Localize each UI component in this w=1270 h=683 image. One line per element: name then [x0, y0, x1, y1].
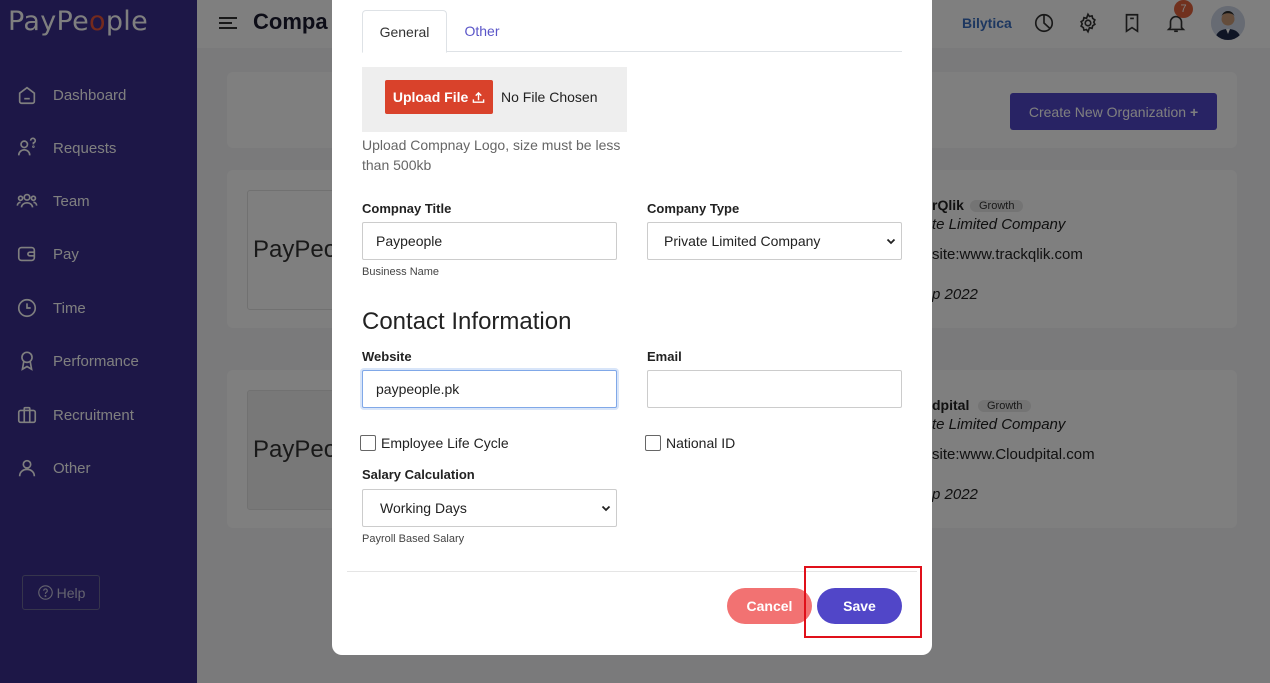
- checkbox-box[interactable]: [645, 435, 661, 451]
- upload-icon: [472, 91, 485, 103]
- salary-calculation-select[interactable]: Working Days: [362, 489, 617, 527]
- employee-life-cycle-checkbox[interactable]: Employee Life Cycle: [360, 435, 509, 451]
- file-upload-area: Upload File No File Chosen: [362, 67, 627, 132]
- national-id-checkbox[interactable]: National ID: [645, 435, 735, 451]
- tab-other[interactable]: Other: [447, 10, 517, 52]
- salary-calculation-hint: Payroll Based Salary: [362, 533, 465, 545]
- file-status: No File Chosen: [501, 89, 598, 105]
- tab-general[interactable]: General: [362, 10, 447, 53]
- checkbox-label: Employee Life Cycle: [381, 435, 509, 451]
- email-input[interactable]: [647, 370, 902, 408]
- cancel-button[interactable]: Cancel: [727, 588, 812, 624]
- company-title-hint: Business Name: [362, 266, 440, 278]
- salary-calculation-label: Salary Calculation: [362, 467, 475, 482]
- save-highlight-box: [804, 566, 922, 638]
- email-label: Email: [647, 349, 682, 364]
- upload-file-button[interactable]: Upload File: [385, 80, 493, 114]
- company-type-select[interactable]: Private Limited Company: [647, 222, 902, 260]
- company-title-input[interactable]: Paypeople: [362, 222, 617, 260]
- company-title-label: Compnay Title: [362, 201, 452, 216]
- upload-hint: Upload Compnay Logo, size must be less t…: [362, 137, 621, 173]
- section-title: Contact Information: [362, 308, 572, 335]
- website-label: Website: [362, 349, 412, 364]
- company-modal: General Other Upload File No File Chosen…: [332, 0, 932, 655]
- company-type-label: Company Type: [647, 201, 740, 216]
- modal-tabs: General Other: [362, 10, 902, 53]
- website-input[interactable]: paypeople.pk: [362, 370, 617, 408]
- checkbox-label: National ID: [666, 435, 736, 451]
- chevron-down-icon: [886, 238, 896, 245]
- checkbox-box[interactable]: [360, 435, 376, 451]
- chevron-down-icon: [601, 505, 611, 512]
